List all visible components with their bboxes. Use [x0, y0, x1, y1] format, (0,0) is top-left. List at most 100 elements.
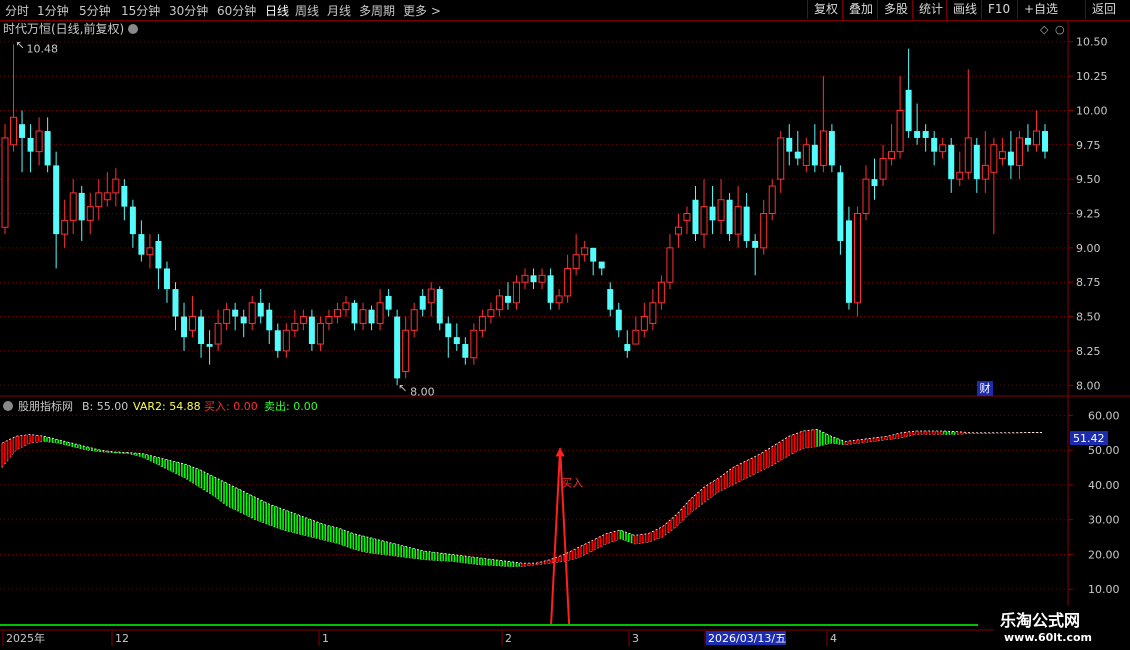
candle[interactable]	[717, 179, 725, 235]
candle[interactable]	[752, 234, 759, 276]
candle[interactable]	[27, 124, 34, 173]
candle[interactable]	[632, 316, 640, 345]
candle[interactable]	[189, 295, 197, 338]
candle[interactable]	[683, 206, 691, 235]
candle[interactable]	[10, 44, 18, 152]
candle[interactable]	[146, 234, 154, 269]
candle[interactable]	[445, 316, 452, 358]
candle[interactable]	[564, 254, 572, 303]
candle[interactable]	[351, 300, 358, 331]
candle[interactable]	[879, 144, 887, 187]
candle[interactable]	[964, 69, 972, 180]
candle[interactable]	[786, 124, 793, 166]
candle[interactable]	[103, 172, 111, 207]
candle[interactable]	[240, 309, 247, 338]
candle[interactable]	[657, 275, 665, 310]
candle[interactable]	[922, 124, 929, 152]
candle[interactable]	[615, 302, 622, 338]
candle[interactable]	[607, 282, 614, 317]
chevron-down-icon[interactable]	[128, 24, 138, 34]
candle[interactable]	[342, 295, 350, 317]
candle[interactable]	[640, 302, 648, 338]
candle[interactable]	[487, 302, 495, 324]
candle[interactable]	[478, 309, 486, 338]
candle[interactable]	[129, 199, 136, 248]
candle[interactable]	[871, 158, 878, 200]
candle[interactable]	[410, 302, 418, 338]
candle[interactable]	[282, 323, 290, 358]
candle[interactable]	[69, 179, 77, 235]
candle[interactable]	[121, 179, 128, 221]
candle[interactable]	[274, 323, 281, 358]
candle[interactable]	[837, 165, 844, 255]
candle[interactable]	[291, 309, 299, 338]
candle[interactable]	[598, 261, 605, 276]
candle[interactable]	[760, 199, 768, 255]
kline-chart[interactable]: 时代万恒(日线,前复权) ◇ ○ 10.50 10.25 10.00 9.75 9.50 9.2…	[0, 0, 1130, 650]
candle[interactable]	[504, 282, 511, 310]
candle[interactable]	[419, 289, 426, 317]
candle[interactable]	[998, 137, 1006, 166]
candle[interactable]	[78, 186, 85, 241]
candle[interactable]	[853, 206, 861, 317]
candle[interactable]	[521, 268, 529, 290]
candle[interactable]	[316, 316, 324, 351]
candle[interactable]	[138, 220, 145, 262]
candle[interactable]	[214, 309, 222, 351]
candle[interactable]	[333, 302, 341, 324]
candle[interactable]	[172, 282, 179, 331]
candle[interactable]	[888, 124, 896, 166]
candle[interactable]	[590, 247, 597, 276]
diamond-icon[interactable]: ◇	[1040, 23, 1049, 36]
candle[interactable]	[61, 199, 69, 248]
finance-badge[interactable]: 财	[977, 381, 993, 396]
candle[interactable]	[206, 330, 213, 365]
candle[interactable]	[1, 124, 9, 235]
candle[interactable]	[700, 179, 708, 248]
candle[interactable]	[308, 309, 315, 351]
candle[interactable]	[692, 186, 699, 241]
candle[interactable]	[734, 186, 742, 248]
candle[interactable]	[368, 305, 375, 331]
candle[interactable]	[436, 286, 443, 331]
candle[interactable]	[990, 137, 998, 235]
candle[interactable]	[181, 302, 188, 351]
candle[interactable]	[1007, 131, 1014, 180]
candle[interactable]	[777, 131, 785, 193]
candle[interactable]	[325, 309, 333, 331]
candle[interactable]	[948, 137, 955, 193]
candle[interactable]	[470, 323, 478, 365]
candle[interactable]	[266, 302, 273, 345]
candle[interactable]	[547, 268, 554, 310]
candle[interactable]	[35, 117, 43, 166]
candle[interactable]	[163, 261, 170, 303]
candle[interactable]	[709, 186, 716, 235]
candle[interactable]	[905, 48, 912, 138]
candle[interactable]	[555, 289, 563, 310]
candle[interactable]	[726, 192, 733, 241]
candle[interactable]	[112, 168, 120, 207]
candle[interactable]	[802, 137, 810, 173]
candle[interactable]	[394, 309, 401, 386]
candle[interactable]	[530, 268, 537, 290]
candle[interactable]	[624, 330, 631, 358]
candle[interactable]	[512, 275, 520, 310]
candle[interactable]	[495, 289, 503, 317]
candle[interactable]	[359, 302, 367, 331]
candle[interactable]	[155, 234, 162, 290]
candle[interactable]	[811, 124, 818, 173]
candle[interactable]	[981, 131, 989, 193]
candle[interactable]	[223, 302, 231, 331]
candle[interactable]	[198, 309, 205, 358]
candle[interactable]	[743, 192, 750, 248]
candle[interactable]	[385, 289, 392, 317]
candle[interactable]	[53, 151, 60, 269]
candle[interactable]	[86, 192, 94, 235]
candle[interactable]	[674, 213, 682, 248]
candle[interactable]	[896, 76, 904, 159]
chevron-down-icon[interactable]	[3, 401, 13, 411]
candle[interactable]	[768, 179, 776, 221]
candle[interactable]	[1015, 131, 1023, 180]
candle[interactable]	[402, 316, 410, 379]
candle[interactable]	[248, 295, 256, 331]
